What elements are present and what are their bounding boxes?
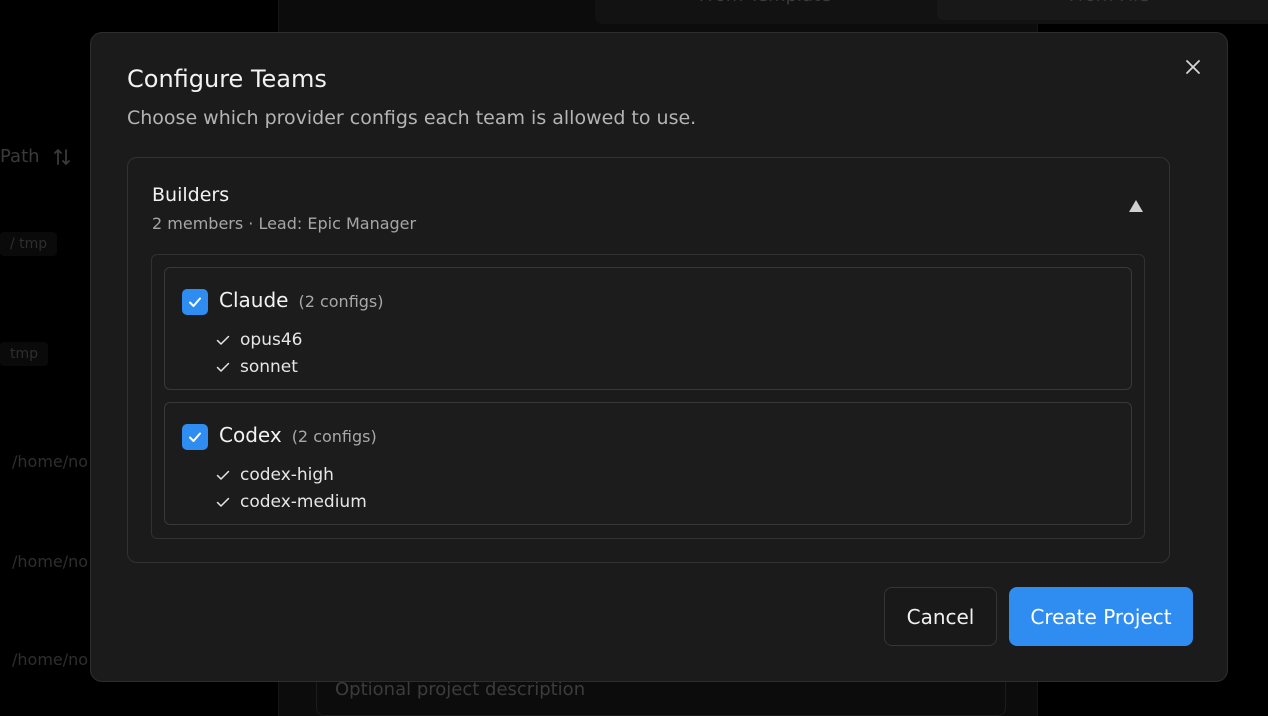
config-label: codex-medium [240, 491, 367, 512]
check-icon [215, 359, 231, 375]
triangle-up-icon[interactable] [1128, 198, 1144, 212]
config-label: sonnet [240, 356, 298, 377]
dialog-title: Configure Teams [127, 65, 327, 93]
background-path: /home/no [12, 650, 89, 669]
config-label: codex-high [240, 464, 334, 485]
provider-name: Codex (2 configs) [219, 423, 377, 447]
config-label: opus46 [240, 329, 303, 350]
close-icon [1184, 58, 1202, 76]
provider-card-claude: Claude (2 configs) opus46 sonnet [164, 267, 1132, 390]
background-path: /home/no [12, 552, 89, 571]
config-item: codex-medium [215, 488, 367, 515]
check-icon [215, 467, 231, 483]
provider-checkbox-claude[interactable] [182, 289, 208, 315]
sort-arrows-icon [52, 146, 72, 167]
config-item: sonnet [215, 353, 302, 380]
create-project-button[interactable]: Create Project [1009, 587, 1193, 646]
background-chip: tmp [0, 342, 49, 366]
team-meta: 2 members · Lead: Epic Manager [152, 214, 417, 233]
provider-card-codex: Codex (2 configs) codex-high codex-medium [164, 402, 1132, 525]
tab-from-file: From File [937, 0, 1268, 20]
background-path-header: Path [0, 146, 72, 167]
config-list: opus46 sonnet [215, 326, 302, 380]
cancel-button[interactable]: Cancel [884, 587, 997, 646]
dialog-subtitle: Choose which provider configs each team … [127, 107, 697, 129]
background-tabs: From Template From File [595, 0, 1268, 24]
check-icon [215, 332, 231, 348]
background-path: /home/no [12, 452, 89, 471]
provider-label: Codex [219, 423, 282, 447]
configure-teams-dialog: Configure Teams Choose which provider co… [90, 32, 1228, 682]
close-button[interactable] [1181, 55, 1205, 79]
provider-label: Claude [219, 288, 289, 312]
config-item: codex-high [215, 461, 367, 488]
team-card-builders: Builders 2 members · Lead: Epic Manager … [127, 157, 1170, 563]
team-header[interactable]: Builders 2 members · Lead: Epic Manager [128, 158, 1169, 250]
provider-config-count: (2 configs) [291, 427, 377, 446]
tab-from-template: From Template [595, 0, 935, 20]
provider-config-count: (2 configs) [298, 292, 384, 311]
provider-name: Claude (2 configs) [219, 288, 384, 312]
check-icon [215, 494, 231, 510]
team-name: Builders [152, 184, 230, 206]
background-chip: / tmp [0, 232, 58, 256]
providers-list: Claude (2 configs) opus46 sonnet Codex (… [151, 254, 1145, 539]
config-list: codex-high codex-medium [215, 461, 367, 515]
path-column-label: Path [0, 146, 40, 167]
provider-checkbox-codex[interactable] [182, 424, 208, 450]
config-item: opus46 [215, 326, 302, 353]
